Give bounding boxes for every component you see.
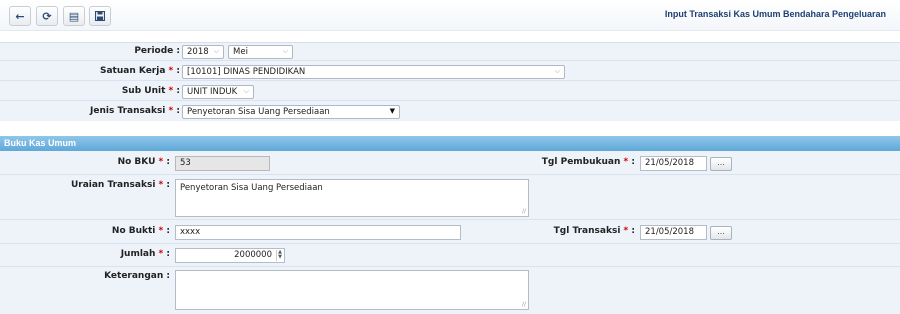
uraian-label: Uraian Transaksi * : — [70, 180, 170, 190]
sub-unit-row: Sub Unit * : UNIT INDUK ⌵ — [0, 83, 900, 101]
jumlah-input[interactable]: 2000000 ▲ ▼ — [175, 248, 285, 263]
sub-unit-label: Sub Unit * : — [121, 86, 180, 96]
arrow-left-icon: ← — [15, 9, 25, 23]
required-marker: * — [158, 226, 164, 236]
uraian-textarea[interactable]: Penyetoran Sisa Uang Persediaan ∕∕ — [175, 179, 529, 217]
satuan-kerja-select[interactable]: [10101] DINAS PENDIDIKAN ⌵ — [182, 65, 565, 79]
required-marker: * — [168, 106, 174, 116]
periode-year-value: 2018 — [187, 47, 209, 57]
tgl-pembukuan-calendar-button[interactable]: ... — [710, 157, 732, 171]
periode-year-select[interactable]: 2018 ⌵ — [182, 45, 224, 59]
no-bku-input[interactable]: 53 — [175, 156, 270, 171]
no-bukti-label-text: No Bukti — [111, 226, 156, 236]
satuan-kerja-value: [10101] DINAS PENDIDIKAN — [187, 67, 306, 77]
tgl-transaksi-label: Tgl Transaksi * : — [553, 226, 635, 236]
refresh-button[interactable]: ⟳ — [36, 6, 58, 26]
chevron-down-icon: ▼ — [389, 107, 395, 115]
toolbar: ← ⟳ ▤ Input Transaksi Kas Umum Bendahara… — [0, 0, 900, 31]
required-marker: * — [168, 66, 174, 76]
tgl-transaksi-calendar-button[interactable]: ... — [710, 226, 732, 240]
bku-form: No BKU * : 53 Tgl Pembukuan * : 21/05/20… — [0, 151, 900, 314]
chevron-down-icon: ⌵ — [282, 47, 288, 55]
required-marker: * — [158, 180, 164, 190]
satuan-kerja-label: Satuan Kerja * : — [100, 66, 180, 76]
list-button[interactable]: ▤ — [63, 6, 85, 26]
keterangan-label: Keterangan : — [104, 271, 170, 281]
required-marker: * — [168, 86, 174, 96]
jenis-transaksi-label: Jenis Transaksi * : — [90, 106, 180, 116]
no-bukti-input[interactable]: xxxx — [175, 225, 461, 240]
sub-unit-select[interactable]: UNIT INDUK ⌵ — [182, 85, 254, 99]
tgl-transaksi-input[interactable]: 21/05/2018 — [640, 225, 707, 240]
jumlah-label-text: Jumlah — [120, 249, 156, 259]
back-button[interactable]: ← — [9, 6, 31, 26]
tgl-pembukuan-label: Tgl Pembukuan * : — [541, 157, 635, 167]
tgl-transaksi-label-text: Tgl Transaksi — [553, 226, 621, 236]
sub-unit-value: UNIT INDUK — [187, 87, 238, 97]
periode-label: Periode : — [134, 46, 180, 56]
satuan-kerja-label-text: Satuan Kerja — [100, 66, 166, 76]
jumlah-value: 2000000 — [234, 250, 272, 260]
chevron-down-icon: ⌵ — [243, 87, 249, 95]
required-marker: * — [623, 226, 629, 236]
no-bku-label: No BKU * : — [117, 157, 170, 167]
save-icon — [95, 11, 105, 21]
periode-row: Periode : 2018 ⌵ Mei ⌵ — [0, 43, 900, 61]
refresh-icon: ⟳ — [42, 9, 52, 23]
no-bku-label-text: No BKU — [117, 157, 156, 167]
jenis-transaksi-row: Jenis Transaksi * : Penyetoran Sisa Uang… — [0, 103, 900, 121]
no-bku-row: No BKU * : 53 Tgl Pembukuan * : 21/05/20… — [0, 151, 900, 175]
keterangan-textarea[interactable]: ∕∕ — [175, 270, 529, 310]
periode-month-select[interactable]: Mei ⌵ — [228, 45, 293, 59]
filter-panel: Periode : 2018 ⌵ Mei ⌵ Satuan Kerja * : … — [0, 42, 900, 121]
jenis-transaksi-label-text: Jenis Transaksi — [90, 106, 166, 116]
uraian-row: Uraian Transaksi * : Penyetoran Sisa Uan… — [0, 175, 900, 220]
no-bukti-row: No Bukti * : xxxx Tgl Transaksi * : 21/0… — [0, 220, 900, 244]
number-spinner-icon[interactable]: ▲ ▼ — [276, 250, 283, 261]
save-button[interactable] — [89, 6, 111, 26]
jumlah-label: Jumlah * : — [120, 249, 170, 259]
tgl-pembukuan-label-text: Tgl Pembukuan — [541, 157, 621, 167]
list-icon: ▤ — [68, 9, 80, 23]
chevron-down-icon: ⌵ — [554, 67, 560, 75]
resize-grip-icon[interactable]: ∕∕ — [522, 301, 526, 308]
uraian-value: Penyetoran Sisa Uang Persediaan — [180, 183, 323, 193]
jenis-transaksi-select[interactable]: Penyetoran Sisa Uang Persediaan ▼ — [182, 105, 400, 119]
sub-unit-label-text: Sub Unit — [121, 86, 166, 96]
required-marker: * — [158, 157, 164, 167]
section-header: Buku Kas Umum — [0, 136, 900, 151]
jenis-transaksi-value: Penyetoran Sisa Uang Persediaan — [187, 107, 330, 117]
keterangan-row: Keterangan : ∕∕ — [0, 267, 900, 314]
required-marker: * — [623, 157, 629, 167]
uraian-label-text: Uraian Transaksi — [70, 180, 156, 190]
jumlah-row: Jumlah * : 2000000 ▲ ▼ — [0, 244, 900, 267]
tgl-pembukuan-input[interactable]: 21/05/2018 — [640, 156, 707, 171]
resize-grip-icon[interactable]: ∕∕ — [522, 208, 526, 215]
chevron-down-icon: ⌵ — [213, 47, 219, 55]
no-bukti-label: No Bukti * : — [111, 226, 170, 236]
required-marker: * — [158, 249, 164, 259]
satuan-kerja-row: Satuan Kerja * : [10101] DINAS PENDIDIKA… — [0, 63, 900, 81]
page-title: Input Transaksi Kas Umum Bendahara Penge… — [664, 9, 886, 19]
periode-month-value: Mei — [233, 47, 248, 57]
